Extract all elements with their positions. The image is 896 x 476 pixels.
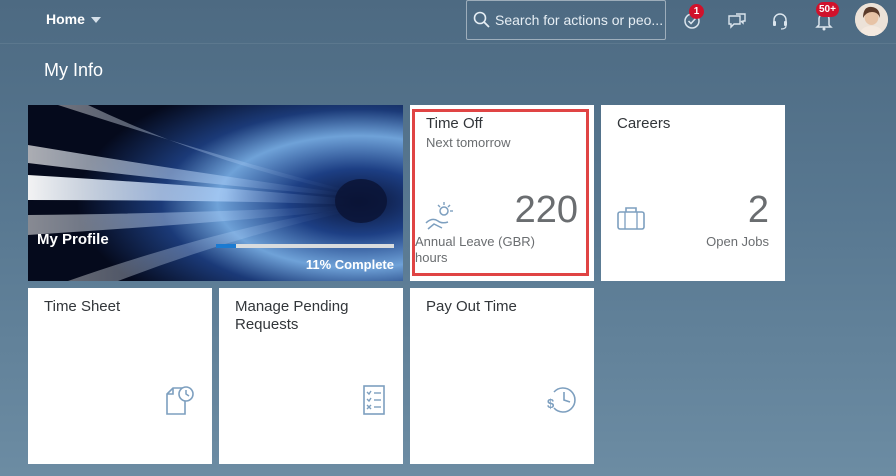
time-off-footer: Annual Leave (GBR) hours (415, 234, 535, 265)
notifications-button[interactable]: 50+ (811, 2, 839, 33)
manage-pending-requests-tile[interactable]: Manage Pending Requests (219, 288, 403, 464)
notifications-badge: 50+ (816, 2, 839, 17)
search-input[interactable] (495, 12, 665, 28)
document-clock-icon (166, 386, 194, 415)
time-off-tile[interactable]: Time Off Next tomorrow 220 Annual Leave … (410, 105, 594, 281)
search-field[interactable] (466, 0, 666, 40)
profile-progress-fill (216, 244, 236, 248)
manage-requests-title: Manage Pending Requests (235, 298, 349, 333)
time-off-title: Time Off (426, 115, 483, 132)
profile-background-image (28, 105, 403, 281)
shell-header: Home 1 50+ (0, 0, 896, 44)
approvals-button[interactable]: 1 (679, 4, 705, 33)
time-sheet-tile[interactable]: Time Sheet (28, 288, 212, 464)
approvals-badge: 1 (689, 4, 704, 19)
page-title: My Info (44, 60, 104, 80)
profile-title: My Profile (37, 231, 109, 248)
headset-icon (773, 13, 787, 30)
time-sheet-title: Time Sheet (44, 298, 121, 315)
chat-icon (728, 13, 746, 29)
my-profile-tile[interactable]: My Profile 11% Complete (28, 105, 403, 281)
search-icon (473, 11, 490, 28)
time-off-value: 220 (514, 189, 578, 231)
time-off-subtitle: Next tomorrow (426, 135, 511, 150)
avatar[interactable] (855, 3, 888, 36)
pay-out-time-tile[interactable]: Pay Out Time $ (410, 288, 594, 464)
chat-button[interactable] (724, 9, 750, 33)
briefcase-icon (617, 207, 645, 230)
beach-icon (425, 202, 453, 230)
pay-out-title: Pay Out Time (426, 298, 517, 315)
profile-progress-bar (216, 244, 394, 248)
careers-title: Careers (617, 115, 671, 132)
chevron-down-icon (90, 17, 101, 23)
support-button[interactable] (767, 9, 793, 33)
careers-footer: Open Jobs (706, 234, 769, 249)
home-label: Home (46, 11, 85, 27)
svg-text:$: $ (547, 396, 555, 411)
profile-progress-label: 11% Complete (305, 257, 394, 272)
dollar-clock-icon: $ (547, 387, 576, 413)
careers-value: 2 (747, 189, 769, 231)
careers-tile[interactable]: Careers 2 Open Jobs (601, 105, 785, 281)
home-menu-button[interactable]: Home (46, 11, 101, 27)
checklist-icon (363, 385, 385, 415)
